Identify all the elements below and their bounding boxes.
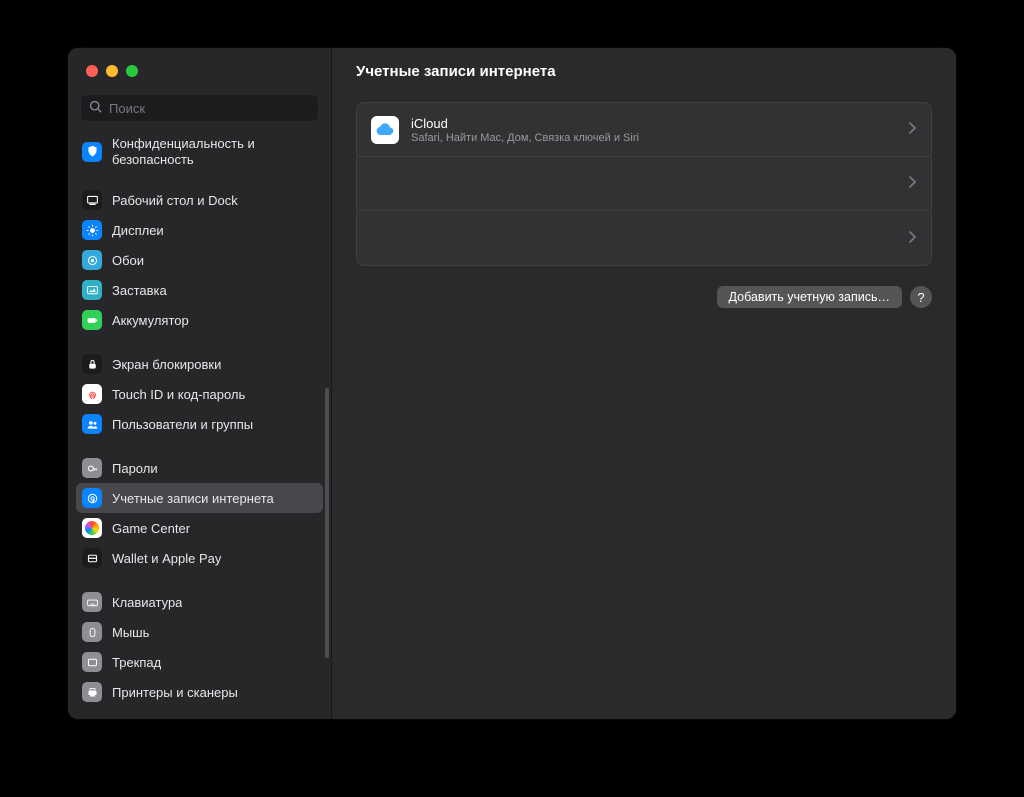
sidebar-item-passwords[interactable]: Пароли — [76, 453, 323, 483]
account-row[interactable] — [357, 211, 931, 265]
sidebar-item-label: Рабочий стол и Dock — [112, 193, 238, 208]
sidebar: Конфиденциальность и безопасность Рабочи… — [68, 48, 332, 719]
chevron-right-icon — [909, 231, 917, 246]
search-input[interactable] — [109, 101, 310, 116]
chevron-right-icon — [909, 122, 917, 137]
keyboard-icon — [82, 592, 102, 612]
minimize-window-button[interactable] — [106, 65, 118, 77]
printers-icon — [82, 682, 102, 702]
window-controls — [86, 65, 138, 77]
sidebar-item-label: Трекпад — [112, 655, 161, 670]
privacy-icon — [82, 142, 102, 162]
sidebar-item-label: Пользователи и группы — [112, 417, 253, 432]
sidebar-item-wallpaper[interactable]: Обои — [76, 245, 323, 275]
sidebar-item-printers[interactable]: Принтеры и сканеры — [76, 677, 323, 707]
sidebar-item-label: Аккумулятор — [112, 313, 189, 328]
sidebar-item-label: Принтеры и сканеры — [112, 685, 238, 700]
touchid-icon — [82, 384, 102, 404]
main-panel: Учетные записи интернета iCloud Safari, … — [332, 48, 956, 719]
battery-icon — [82, 310, 102, 330]
game-center-icon — [82, 518, 102, 538]
fullscreen-window-button[interactable] — [126, 65, 138, 77]
sidebar-item-game-center[interactable]: Game Center — [76, 513, 323, 543]
icloud-icon — [371, 116, 399, 144]
sidebar-item-desktop-dock[interactable]: Рабочий стол и Dock — [76, 185, 323, 215]
displays-icon — [82, 220, 102, 240]
sidebar-item-trackpad[interactable]: Трекпад — [76, 647, 323, 677]
account-title: iCloud — [411, 116, 909, 131]
sidebar-item-label: Учетные записи интернета — [112, 491, 274, 506]
sidebar-item-label: Экран блокировки — [112, 357, 221, 372]
sidebar-item-battery[interactable]: Аккумулятор — [76, 305, 323, 335]
sidebar-item-users-groups[interactable]: Пользователи и группы — [76, 409, 323, 439]
sidebar-item-internet-accounts[interactable]: Учетные записи интернета — [76, 483, 323, 513]
sidebar-item-label: Touch ID и код-пароль — [112, 387, 245, 402]
users-groups-icon — [82, 414, 102, 434]
sidebar-item-label: Пароли — [112, 461, 158, 476]
lock-screen-icon — [82, 354, 102, 374]
page-title: Учетные записи интернета — [356, 63, 556, 80]
sidebar-item-keyboard[interactable]: Клавиатура — [76, 587, 323, 617]
passwords-icon — [82, 458, 102, 478]
sidebar-item-lock-screen[interactable]: Экран блокировки — [76, 349, 323, 379]
sidebar-item-label: Дисплеи — [112, 223, 164, 238]
internet-accounts-icon — [82, 488, 102, 508]
titlebar — [68, 48, 331, 94]
sidebar-item-label: Game Center — [112, 521, 190, 536]
search-icon — [89, 100, 109, 117]
actions-bar: Добавить учетную запись… ? — [356, 286, 932, 308]
account-subtitle: Safari, Найти Mac, Дом, Связка ключей и … — [411, 132, 909, 144]
desktop-dock-icon — [82, 190, 102, 210]
main-header: Учетные записи интернета — [356, 48, 932, 94]
sidebar-item-label: Wallet и Apple Pay — [112, 551, 221, 566]
search-container — [68, 94, 331, 132]
sidebar-item-label: Заставка — [112, 283, 167, 298]
add-account-button[interactable]: Добавить учетную запись… — [717, 286, 902, 308]
sidebar-item-label: Конфиденциальность и безопасность — [112, 136, 317, 167]
screensaver-icon — [82, 280, 102, 300]
sidebar-item-wallet[interactable]: Wallet и Apple Pay — [76, 543, 323, 573]
trackpad-icon — [82, 652, 102, 672]
account-text — [371, 238, 909, 239]
sidebar-item-mouse[interactable]: Мышь — [76, 617, 323, 647]
sidebar-item-label: Мышь — [112, 625, 149, 640]
settings-window: Конфиденциальность и безопасность Рабочи… — [68, 48, 956, 719]
sidebar-item-displays[interactable]: Дисплеи — [76, 215, 323, 245]
sidebar-item-label: Обои — [112, 253, 144, 268]
sidebar-scrollbar[interactable] — [325, 388, 329, 658]
account-row-icloud[interactable]: iCloud Safari, Найти Mac, Дом, Связка кл… — [357, 103, 931, 157]
account-row[interactable] — [357, 157, 931, 211]
close-window-button[interactable] — [86, 65, 98, 77]
wallpaper-icon — [82, 250, 102, 270]
sidebar-nav[interactable]: Конфиденциальность и безопасность Рабочи… — [68, 132, 331, 719]
accounts-list: iCloud Safari, Найти Mac, Дом, Связка кл… — [356, 102, 932, 266]
sidebar-item-label: Клавиатура — [112, 595, 182, 610]
help-button[interactable]: ? — [910, 286, 932, 308]
sidebar-item-touchid[interactable]: Touch ID и код-пароль — [76, 379, 323, 409]
wallet-icon — [82, 548, 102, 568]
mouse-icon — [82, 622, 102, 642]
account-text — [371, 183, 909, 184]
search-field[interactable] — [80, 94, 319, 122]
account-text: iCloud Safari, Найти Mac, Дом, Связка кл… — [411, 116, 909, 144]
sidebar-item-privacy-security[interactable]: Конфиденциальность и безопасность — [76, 132, 323, 171]
sidebar-item-screensaver[interactable]: Заставка — [76, 275, 323, 305]
chevron-right-icon — [909, 176, 917, 191]
